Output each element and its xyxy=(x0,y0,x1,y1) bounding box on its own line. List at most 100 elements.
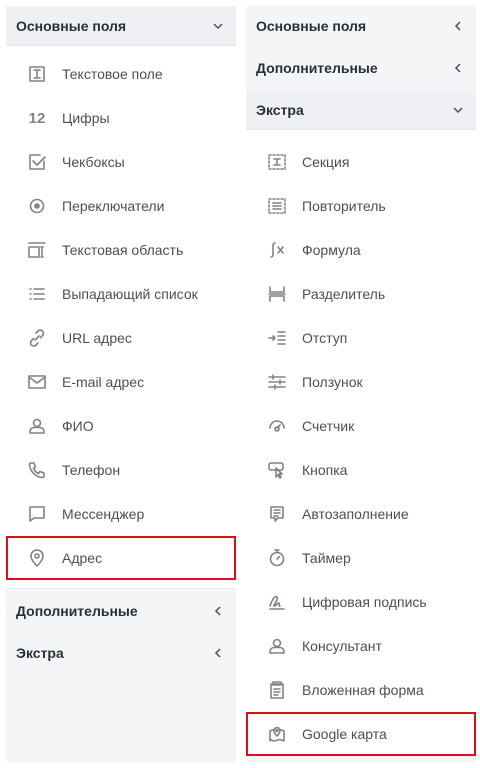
list-icon xyxy=(26,283,48,305)
counter-icon xyxy=(266,415,288,437)
left-panel: Основные поля Текстовое поле 12 Цифры Че… xyxy=(6,6,236,762)
textarea-icon xyxy=(26,239,48,261)
item-counter[interactable]: Счетчик xyxy=(246,404,476,448)
item-checkboxes[interactable]: Чекбоксы xyxy=(6,140,236,184)
button-icon xyxy=(266,459,288,481)
item-formula[interactable]: Формула xyxy=(246,228,476,272)
item-button[interactable]: Кнопка xyxy=(246,448,476,492)
item-label: Телефон xyxy=(62,462,121,478)
location-pin-icon xyxy=(26,547,48,569)
radio-icon xyxy=(26,195,48,217)
item-label: Разделитель xyxy=(302,286,386,302)
section-basic-fields[interactable]: Основные поля xyxy=(6,6,236,46)
item-label: Мессенджер xyxy=(62,506,145,522)
item-label: Чекбоксы xyxy=(62,154,125,170)
item-label: Адрес xyxy=(62,550,103,566)
item-label: Вложенная форма xyxy=(302,682,424,698)
item-fio[interactable]: ФИО xyxy=(6,404,236,448)
numbers-icon: 12 xyxy=(28,109,46,127)
item-timer[interactable]: Таймер xyxy=(246,536,476,580)
section-title: Экстра xyxy=(256,101,304,118)
chevron-left-icon xyxy=(450,60,466,76)
section-basic-fields[interactable]: Основные поля xyxy=(246,6,476,46)
slider-icon xyxy=(266,371,288,393)
chevron-down-icon xyxy=(450,102,466,118)
link-icon xyxy=(26,327,48,349)
person-icon xyxy=(26,415,48,437)
chevron-left-icon xyxy=(210,603,226,619)
item-consultant[interactable]: Консультант xyxy=(246,624,476,668)
section-extra[interactable]: Экстра xyxy=(246,90,476,130)
item-label: Счетчик xyxy=(302,418,355,434)
item-text-field[interactable]: Текстовое поле xyxy=(6,52,236,96)
phone-icon xyxy=(26,459,48,481)
section-icon xyxy=(266,151,288,173)
section-title: Дополнительные xyxy=(256,60,378,76)
section-additional[interactable]: Дополнительные xyxy=(246,46,476,90)
item-signature[interactable]: Цифровая подпись xyxy=(246,580,476,624)
item-label: Кнопка xyxy=(302,462,348,478)
repeater-icon xyxy=(266,195,288,217)
item-email[interactable]: E-mail адрес xyxy=(6,360,236,404)
item-nested-form[interactable]: Вложенная форма xyxy=(246,668,476,712)
extra-fields-list: Секция Повторитель Формула Разделитель О… xyxy=(246,130,476,756)
item-divider[interactable]: Разделитель xyxy=(246,272,476,316)
formula-icon xyxy=(266,239,288,261)
item-google-map[interactable]: Google карта xyxy=(246,712,476,756)
item-label: Текстовая область xyxy=(62,242,184,258)
item-messenger[interactable]: Мессенджер xyxy=(6,492,236,536)
divider-icon xyxy=(266,283,288,305)
timer-icon xyxy=(266,547,288,569)
checkbox-icon xyxy=(26,151,48,173)
item-section[interactable]: Секция xyxy=(246,140,476,184)
section-additional[interactable]: Дополнительные xyxy=(6,589,236,633)
basic-fields-list: Текстовое поле 12 Цифры Чекбоксы Переклю… xyxy=(6,46,236,588)
item-label: URL адрес xyxy=(62,330,132,346)
section-extra[interactable]: Экстра xyxy=(6,633,236,673)
consultant-icon xyxy=(266,635,288,657)
item-label: Автозаполнение xyxy=(302,506,409,522)
item-textarea[interactable]: Текстовая область xyxy=(6,228,236,272)
autofill-icon xyxy=(266,503,288,525)
item-label: Отступ xyxy=(302,330,348,346)
section-title: Основные поля xyxy=(256,18,367,34)
item-radios[interactable]: Переключатели xyxy=(6,184,236,228)
item-indent[interactable]: Отступ xyxy=(246,316,476,360)
item-label: Ползунок xyxy=(302,374,363,390)
chevron-left-icon xyxy=(210,645,226,661)
item-label: Таймер xyxy=(302,550,351,566)
item-label: Текстовое поле xyxy=(62,66,163,82)
chat-icon xyxy=(26,503,48,525)
item-label: Повторитель xyxy=(302,198,386,214)
item-label: ФИО xyxy=(62,418,94,434)
item-slider[interactable]: Ползунок xyxy=(246,360,476,404)
item-label: Цифры xyxy=(62,110,110,126)
item-label: Секция xyxy=(302,154,350,170)
chevron-down-icon xyxy=(210,18,226,34)
signature-icon xyxy=(266,591,288,613)
text-field-icon xyxy=(26,63,48,85)
chevron-left-icon xyxy=(450,18,466,34)
item-phone[interactable]: Телефон xyxy=(6,448,236,492)
item-label: Переключатели xyxy=(62,198,165,214)
item-label: E-mail адрес xyxy=(62,374,145,390)
item-label: Выпадающий список xyxy=(62,286,198,302)
item-url[interactable]: URL адрес xyxy=(6,316,236,360)
section-title: Экстра xyxy=(16,645,64,661)
item-address[interactable]: Адрес xyxy=(6,536,236,580)
item-label: Формула xyxy=(302,242,361,258)
section-title: Дополнительные xyxy=(16,603,138,619)
item-repeater[interactable]: Повторитель xyxy=(246,184,476,228)
item-dropdown[interactable]: Выпадающий список xyxy=(6,272,236,316)
item-label: Google карта xyxy=(302,726,387,742)
right-panel: Основные поля Дополнительные Экстра Секц… xyxy=(246,6,476,762)
mail-icon xyxy=(26,371,48,393)
item-numbers[interactable]: 12 Цифры xyxy=(6,96,236,140)
map-icon xyxy=(266,723,288,745)
item-autofill[interactable]: Автозаполнение xyxy=(246,492,476,536)
item-label: Цифровая подпись xyxy=(302,594,427,610)
nested-form-icon xyxy=(266,679,288,701)
item-label: Консультант xyxy=(302,638,382,654)
section-title: Основные поля xyxy=(16,17,127,34)
indent-icon xyxy=(266,327,288,349)
